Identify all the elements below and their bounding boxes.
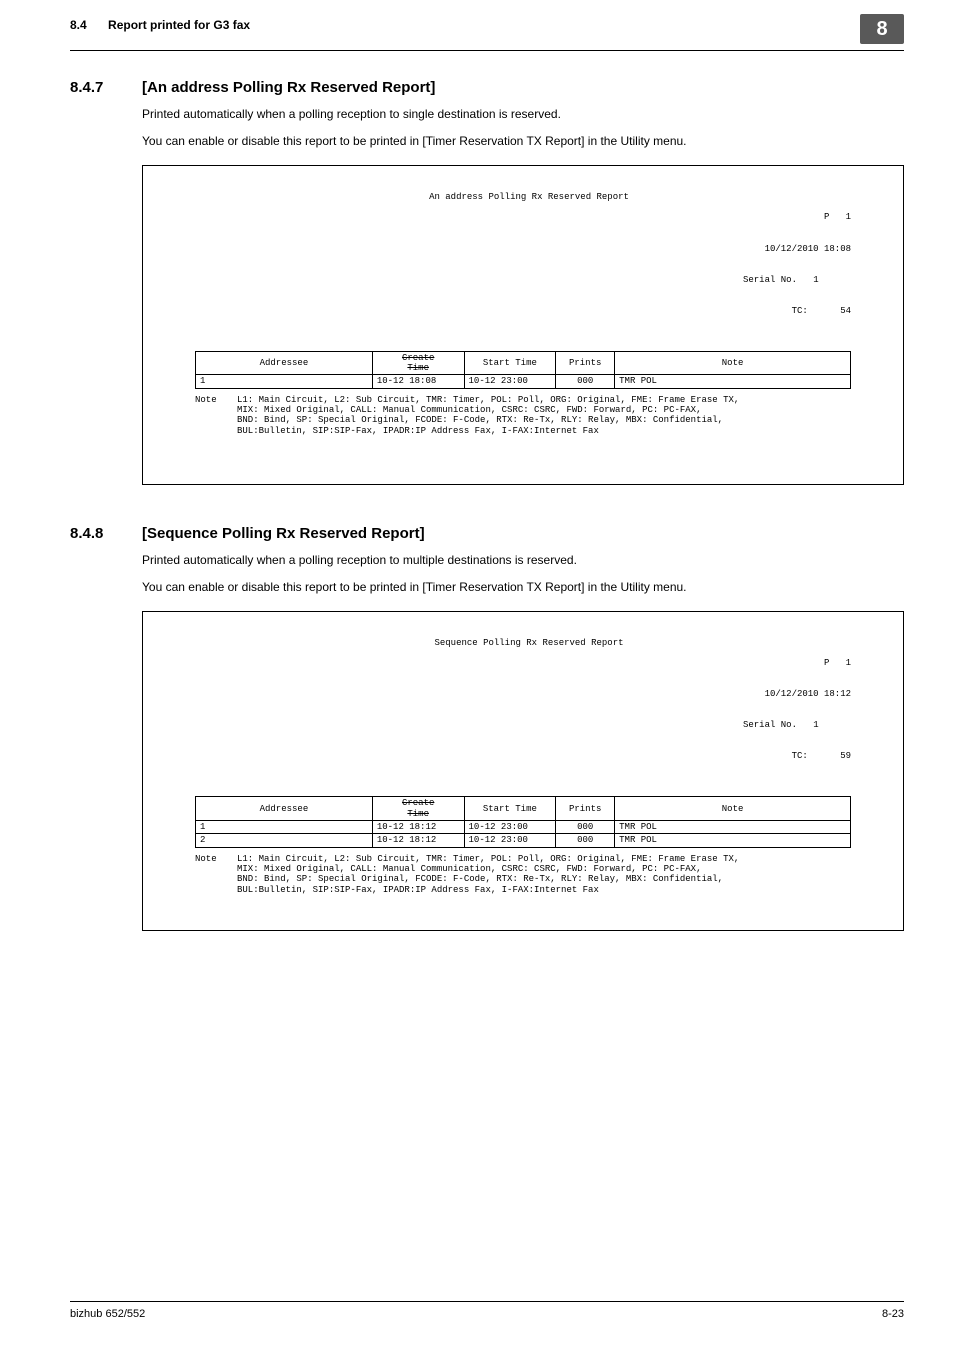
meta-serial-label: Serial No.	[743, 275, 797, 285]
col-addressee: Addressee	[196, 351, 373, 375]
meta-page: P 1	[824, 658, 851, 668]
meta-tc-label: TC:	[792, 306, 808, 316]
paragraph: Printed automatically when a polling rec…	[142, 552, 904, 569]
header-section-title: Report printed for G3 fax	[108, 18, 250, 32]
meta-tc-value: 54	[840, 306, 851, 316]
table-row: 1 10-12 18:08 10-12 23:00 000 TMR POL	[196, 375, 851, 388]
meta-serial-value: 1	[813, 275, 818, 285]
chapter-tab: 8	[860, 14, 904, 44]
cell: TMR POL	[615, 375, 851, 388]
col-addressee: Addressee	[196, 797, 373, 821]
meta-serial-label: Serial No.	[743, 720, 797, 730]
cell: TMR POL	[615, 821, 851, 834]
cell: 1	[196, 821, 373, 834]
cell: 2	[196, 834, 373, 847]
section-title: [Sequence Polling Rx Reserved Report]	[142, 525, 425, 542]
report-sample: Sequence Polling Rx Reserved Report P 1 …	[142, 611, 904, 931]
footer-page-number: 8-23	[882, 1308, 904, 1320]
paragraph: Printed automatically when a polling rec…	[142, 106, 904, 123]
cell: 000	[556, 375, 615, 388]
meta-tc-label: TC:	[792, 751, 808, 761]
col-note: Note	[615, 797, 851, 821]
meta-tc-value: 59	[840, 751, 851, 761]
cell: 000	[556, 834, 615, 847]
col-prints: Prints	[556, 797, 615, 821]
cell: 10-12 23:00	[464, 821, 556, 834]
table-row: 2 10-12 18:12 10-12 23:00 000 TMR POL	[196, 834, 851, 847]
report-meta: P 1 10/12/2010 18:12 Serial No. 1 TC: 59	[743, 638, 851, 783]
col-create-time: CreateTime	[372, 351, 464, 375]
cell: 1	[196, 375, 373, 388]
col-start-time: Start Time	[464, 351, 556, 375]
report-title: An address Polling Rx Reserved Report	[429, 192, 629, 202]
note-label: Note	[195, 854, 237, 895]
header-section-num: 8.4	[70, 18, 87, 32]
paragraph: You can enable or disable this report to…	[142, 133, 904, 150]
meta-page: P 1	[824, 212, 851, 222]
cell: 10-12 18:08	[372, 375, 464, 388]
meta-serial-value: 1	[813, 720, 818, 730]
section-number: 8.4.7	[70, 79, 142, 96]
note-body: L1: Main Circuit, L2: Sub Circuit, TMR: …	[237, 395, 739, 436]
paragraph: You can enable or disable this report to…	[142, 579, 904, 596]
cell: 000	[556, 821, 615, 834]
meta-date: 10/12/2010 18:08	[765, 244, 851, 254]
col-prints: Prints	[556, 351, 615, 375]
table-row: 1 10-12 18:12 10-12 23:00 000 TMR POL	[196, 821, 851, 834]
report-meta: P 1 10/12/2010 18:08 Serial No. 1 TC: 54	[743, 192, 851, 337]
footer-product: bizhub 652/552	[70, 1308, 145, 1320]
table-header-row: Addressee CreateTime Start Time Prints N…	[196, 351, 851, 375]
cell: 10-12 23:00	[464, 375, 556, 388]
col-create-time: CreateTime	[372, 797, 464, 821]
cell: 10-12 18:12	[372, 821, 464, 834]
report-table: Addressee CreateTime Start Time Prints N…	[195, 351, 851, 389]
report-title: Sequence Polling Rx Reserved Report	[434, 638, 623, 648]
section-title: [An address Polling Rx Reserved Report]	[142, 79, 435, 96]
report-table: Addressee CreateTime Start Time Prints N…	[195, 796, 851, 847]
col-start-time: Start Time	[464, 797, 556, 821]
table-header-row: Addressee CreateTime Start Time Prints N…	[196, 797, 851, 821]
report-sample: An address Polling Rx Reserved Report P …	[142, 165, 904, 485]
cell: TMR POL	[615, 834, 851, 847]
col-note: Note	[615, 351, 851, 375]
note-label: Note	[195, 395, 237, 436]
cell: 10-12 18:12	[372, 834, 464, 847]
note-body: L1: Main Circuit, L2: Sub Circuit, TMR: …	[237, 854, 739, 895]
meta-date: 10/12/2010 18:12	[765, 689, 851, 699]
section-number: 8.4.8	[70, 525, 142, 542]
cell: 10-12 23:00	[464, 834, 556, 847]
